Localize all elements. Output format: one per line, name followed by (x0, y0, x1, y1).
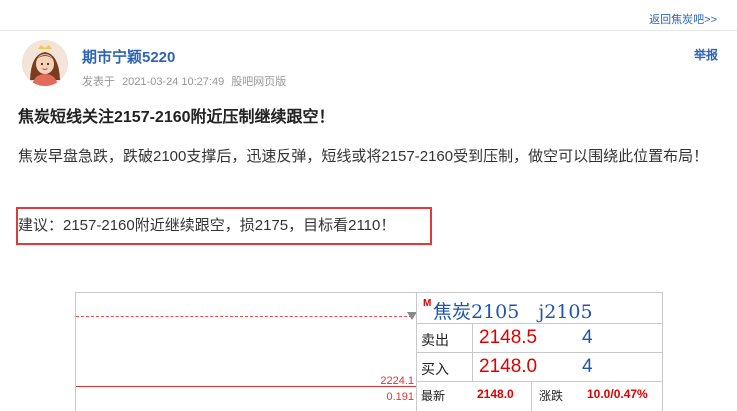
quote-row-ask: 卖出 2148.5 4 (417, 324, 662, 353)
top-bar: 返回焦炭吧>> (0, 0, 737, 31)
bid-label: 买入 (421, 361, 449, 377)
post-timestamp: 2021-03-24 10:27:49 (122, 76, 225, 88)
post-source[interactable]: 股吧网页版 (231, 76, 286, 88)
bid-volume: 4 (582, 356, 593, 377)
avatar[interactable] (22, 40, 68, 86)
quote-title: M 焦炭2105 j2105 (417, 293, 662, 324)
quote-row-last: 最新 2148.0 涨跌 10.0/0.47% (417, 381, 662, 411)
post-body: 焦炭早盘急跌，跌破2100支撑后，迅速反弹，短线或将2157-2160受到压制，… (18, 148, 709, 165)
suggestion-text: 建议：2157-2160附近继续跟空，损2175，目标看2110！ (18, 217, 396, 234)
quote-marker: M (423, 298, 432, 309)
bid-price: 2148.0 (479, 356, 538, 377)
author-name[interactable]: 期市宁颖5220 (82, 46, 175, 67)
chart-percent-label: 0.191 (386, 391, 414, 403)
quote-table: M 焦炭2105 j2105 卖出 2148.5 4 买入 2148.0 4 最… (416, 293, 662, 411)
ask-price: 2148.5 (479, 327, 538, 348)
meta-prefix: 发表于 (82, 76, 115, 88)
ask-volume: 4 (582, 327, 593, 348)
post-title: 焦炭短线关注2157-2160附近压制继续跟空！ (18, 109, 335, 126)
report-button[interactable]: 举报 (694, 46, 718, 63)
last-price: 2148.0 (477, 387, 514, 401)
price-solid-line (76, 386, 416, 387)
quote-row-bid: 买入 2148.0 4 (417, 353, 662, 382)
price-dashed-line (76, 316, 412, 317)
chart-price-label: 2224.1 (380, 375, 414, 387)
quote-panel-image[interactable]: 2224.1 0.191 M 焦炭2105 j2105 卖出 2148.5 4 … (75, 292, 663, 411)
back-to-forum-link[interactable]: 返回焦炭吧>> (649, 11, 717, 27)
quote-instrument-name: 焦炭2105 j2105 (433, 301, 593, 323)
change-value: 10.0/0.47% (587, 387, 648, 401)
ask-label: 卖出 (421, 332, 449, 348)
last-label: 最新 (421, 389, 446, 403)
user-avatar-icon (22, 40, 68, 86)
change-label: 涨跌 (539, 389, 564, 403)
post-meta: 发表于 2021-03-24 10:27:49 股吧网页版 (82, 73, 290, 89)
